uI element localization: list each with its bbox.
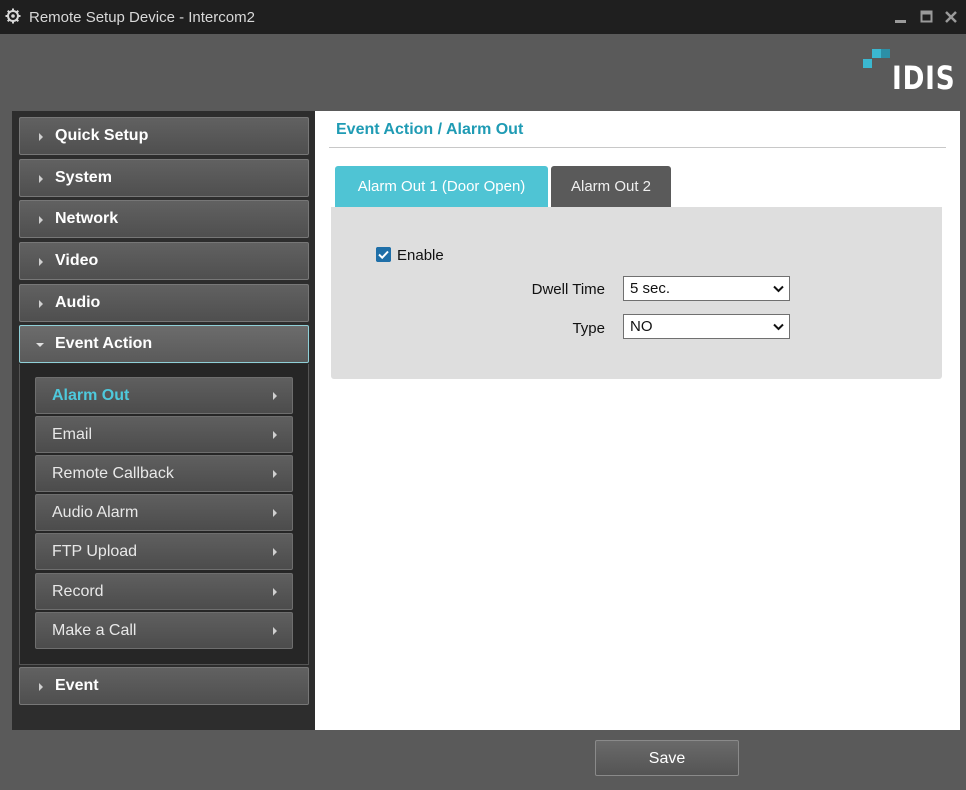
sidebar-item-quick-setup[interactable]: Quick Setup (19, 117, 309, 155)
sidebar-item-event[interactable]: Event (19, 667, 309, 705)
sidebar-item-label: Video (55, 252, 99, 269)
type-select[interactable]: NO (623, 314, 790, 339)
sidebar-item-video[interactable]: Video (19, 242, 309, 280)
maximize-icon[interactable] (920, 10, 934, 24)
submenu-item-audio-alarm[interactable]: Audio Alarm (35, 494, 293, 531)
chevron-right-icon (273, 392, 277, 400)
chevron-right-icon (273, 627, 277, 635)
brand-logo: IDIS (862, 47, 956, 97)
sidebar-item-system[interactable]: System (19, 159, 309, 197)
sidebar-item-audio[interactable]: Audio (19, 284, 309, 322)
sidebar-item-label: Quick Setup (55, 127, 149, 144)
gear-icon (5, 8, 21, 24)
minimize-icon[interactable] (894, 10, 908, 24)
main-content: Event Action / Alarm Out Alarm Out 1 (Do… (315, 111, 960, 730)
event-action-submenu: Alarm Out Email Remote Callback Audio Al… (19, 364, 309, 665)
submenu-item-label: FTP Upload (52, 543, 138, 560)
submenu-item-label: Record (52, 583, 104, 600)
title-divider (329, 147, 946, 148)
caret-right-icon (39, 683, 43, 691)
caret-right-icon (39, 175, 43, 183)
submenu-item-label: Alarm Out (52, 387, 130, 404)
alarm-out-settings-panel: Enable Dwell Time 5 sec. Type NO (331, 207, 942, 379)
submenu-item-remote-callback[interactable]: Remote Callback (35, 455, 293, 492)
submenu-item-alarm-out[interactable]: Alarm Out (35, 377, 293, 414)
save-button-label: Save (648, 750, 686, 767)
submenu-item-label: Make a Call (52, 622, 137, 639)
sidebar-item-label: Event (55, 677, 99, 694)
dwell-time-label: Dwell Time (531, 281, 605, 298)
enable-checkbox[interactable] (376, 247, 391, 262)
caret-down-icon (36, 343, 44, 347)
submenu-item-email[interactable]: Email (35, 416, 293, 453)
chevron-right-icon (273, 588, 277, 596)
submenu-item-label: Remote Callback (52, 465, 174, 482)
submenu-item-make-a-call[interactable]: Make a Call (35, 612, 293, 649)
dwell-time-select[interactable]: 5 sec. (623, 276, 790, 301)
sidebar-item-network[interactable]: Network (19, 200, 309, 238)
tab-alarm-out-1[interactable]: Alarm Out 1 (Door Open) (335, 166, 548, 207)
tab-label: Alarm Out 1 (Door Open) (357, 178, 526, 195)
close-icon[interactable] (944, 10, 958, 24)
chevron-right-icon (273, 509, 277, 517)
chevron-right-icon (273, 470, 277, 478)
sidebar-item-label: System (55, 169, 112, 186)
tab-label: Alarm Out 2 (570, 178, 652, 195)
enable-label: Enable (397, 247, 444, 264)
chevron-right-icon (273, 548, 277, 556)
dwell-time-value: 5 sec. (630, 280, 671, 297)
caret-right-icon (39, 216, 43, 224)
type-value: NO (630, 318, 653, 335)
page-title: Event Action / Alarm Out (336, 121, 524, 138)
logo-wordmark: IDIS (892, 59, 956, 97)
submenu-item-label: Audio Alarm (52, 504, 139, 521)
sidebar-item-label: Network (55, 210, 119, 227)
chevron-down-icon (773, 323, 784, 331)
sidebar-item-label: Event Action (55, 335, 153, 352)
sidebar: Quick Setup System Network Video Audio E… (12, 111, 315, 730)
sidebar-item-label: Audio (55, 294, 101, 311)
caret-right-icon (39, 300, 43, 308)
submenu-item-record[interactable]: Record (35, 573, 293, 610)
logo-mark-icon (863, 49, 890, 68)
chevron-down-icon (773, 285, 784, 293)
sidebar-item-event-action[interactable]: Event Action (19, 325, 309, 363)
submenu-item-ftp-upload[interactable]: FTP Upload (35, 533, 293, 570)
chevron-right-icon (273, 431, 277, 439)
window-title: Remote Setup Device - Intercom2 (29, 9, 255, 26)
title-bar: Remote Setup Device - Intercom2 (0, 0, 966, 34)
tab-alarm-out-2[interactable]: Alarm Out 2 (551, 166, 671, 207)
caret-right-icon (39, 258, 43, 266)
caret-right-icon (39, 133, 43, 141)
save-button[interactable]: Save (595, 740, 739, 776)
type-label: Type (572, 320, 605, 337)
submenu-item-label: Email (52, 426, 93, 443)
